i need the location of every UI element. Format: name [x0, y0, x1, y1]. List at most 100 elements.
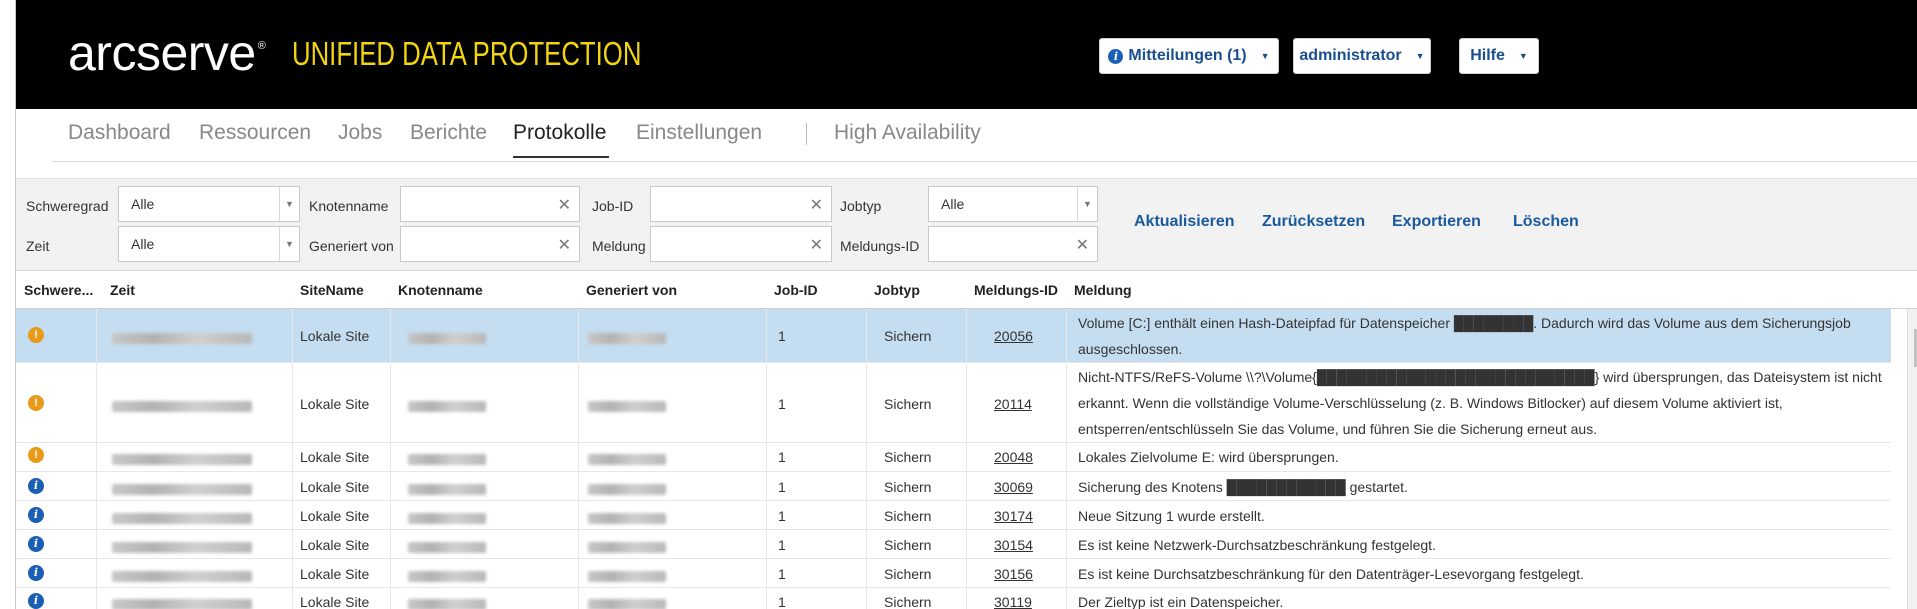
col-time[interactable]: Zeit [110, 282, 135, 298]
time-cell [112, 567, 252, 583]
node-cell [408, 595, 486, 609]
message-id-link[interactable]: 30119 [994, 594, 1032, 609]
message-cell: Sicherung des Knotens ████████████ gesta… [1078, 479, 1408, 495]
generated-by-cell [588, 567, 666, 583]
job-id-cell: 1 [778, 328, 786, 344]
message-cell: Der Zieltyp ist ein Datenspeicher. [1078, 594, 1284, 609]
table-row[interactable]: i Lokale Site 1 Sichern 30156 Es ist kei… [16, 559, 1891, 588]
time-cell [112, 538, 252, 554]
job-id-input[interactable]: ✕ [650, 186, 832, 222]
clear-icon[interactable]: ✕ [558, 235, 571, 255]
generated-by-cell [588, 329, 666, 345]
message-id-label: Meldungs-ID [840, 238, 920, 254]
warning-icon: ! [28, 395, 44, 411]
table-row[interactable]: ! Lokale Site 1 Sichern 20114 Nicht-NTFS… [16, 363, 1891, 443]
clear-icon[interactable]: ✕ [810, 195, 823, 215]
logo-registered-mark: ® [257, 40, 266, 52]
tab-high-availability[interactable]: High Availability [834, 121, 981, 145]
message-id-link[interactable]: 30069 [994, 479, 1033, 495]
job-type-cell: Sichern [884, 396, 932, 412]
message-input[interactable]: ✕ [650, 226, 832, 262]
user-menu-button[interactable]: administrator ▼ [1293, 38, 1431, 74]
table-row[interactable]: i Lokale Site 1 Sichern 30119 Der Zielty… [16, 588, 1891, 609]
time-label: Zeit [26, 238, 50, 254]
table-header: Schwere... Zeit SiteName Knotenname Gene… [16, 271, 1917, 309]
table-scrollbar[interactable]: ▲ [1907, 309, 1917, 609]
help-menu-button[interactable]: Hilfe ▼ [1459, 38, 1539, 74]
severity-label: Schweregrad [26, 198, 109, 214]
job-type-cell: Sichern [884, 508, 932, 524]
col-site-name[interactable]: SiteName [300, 282, 364, 298]
col-job-id[interactable]: Job-ID [774, 282, 818, 298]
col-generated-by[interactable]: Generiert von [586, 282, 677, 298]
col-message-id[interactable]: Meldungs-ID [974, 282, 1058, 298]
col-message[interactable]: Meldung [1074, 282, 1132, 298]
chevron-down-icon: ▼ [1260, 51, 1270, 61]
tab-dashboard[interactable]: Dashboard [68, 121, 171, 145]
site-cell: Lokale Site [300, 328, 370, 344]
clear-icon[interactable]: ✕ [558, 195, 571, 215]
tab-einstellungen[interactable]: Einstellungen [636, 121, 762, 145]
job-type-cell: Sichern [884, 566, 932, 582]
site-cell: Lokale Site [300, 479, 370, 495]
log-table: Schwere... Zeit SiteName Knotenname Gene… [16, 271, 1917, 609]
job-type-select[interactable]: Alle ▼ [928, 186, 1098, 222]
node-cell [408, 397, 486, 413]
time-cell [112, 480, 252, 496]
arcserve-logo: arcserve ® UNIFIED DATA PROTECTION [68, 24, 740, 82]
clear-icon[interactable]: ✕ [1076, 235, 1089, 255]
message-label: Meldung [592, 238, 646, 254]
clear-icon[interactable]: ✕ [810, 235, 823, 255]
col-severity[interactable]: Schwere... [24, 282, 93, 298]
col-job-type[interactable]: Jobtyp [874, 282, 920, 298]
chevron-down-icon: ▼ [279, 227, 299, 261]
reset-button[interactable]: Zurücksetzen [1262, 213, 1365, 231]
info-icon: i [28, 507, 44, 523]
time-select[interactable]: Alle ▼ [118, 226, 300, 262]
job-id-cell: 1 [778, 594, 786, 609]
message-cell: Lokales Zielvolume E: wird übersprungen. [1078, 449, 1339, 465]
tab-ressourcen[interactable]: Ressourcen [199, 121, 311, 145]
notifications-button[interactable]: i Mitteilungen (1) ▼ [1099, 38, 1279, 74]
severity-select[interactable]: Alle ▼ [118, 186, 300, 222]
table-row[interactable]: i Lokale Site 1 Sichern 30174 Neue Sitzu… [16, 501, 1891, 530]
tab-berichte[interactable]: Berichte [410, 121, 487, 145]
message-id-input[interactable]: ✕ [928, 226, 1098, 262]
generated-by-cell [588, 509, 666, 525]
job-id-cell: 1 [778, 396, 786, 412]
table-row[interactable]: i Lokale Site 1 Sichern 30069 Sicherung … [16, 472, 1891, 501]
node-name-label: Knotenname [309, 198, 389, 214]
generated-by-input[interactable]: ✕ [400, 226, 580, 262]
table-row[interactable]: i Lokale Site 1 Sichern 30154 Es ist kei… [16, 530, 1891, 559]
message-id-link[interactable]: 20114 [994, 396, 1032, 412]
message-id-link[interactable]: 30154 [994, 537, 1033, 553]
main-nav: Dashboard Ressourcen Jobs Berichte Proto… [16, 109, 1917, 161]
job-type-label: Jobtyp [840, 198, 882, 214]
message-cell: Es ist keine Netzwerk-Durchsatzbeschränk… [1078, 537, 1436, 553]
job-id-cell: 1 [778, 508, 786, 524]
info-icon: i [28, 593, 44, 609]
info-icon: i [28, 478, 44, 494]
message-id-link[interactable]: 20048 [994, 449, 1033, 465]
message-id-link[interactable]: 30156 [994, 566, 1033, 582]
node-name-input[interactable]: ✕ [400, 186, 580, 222]
table-row[interactable]: ! Lokale Site 1 Sichern 20048 Lokales Zi… [16, 443, 1891, 472]
generated-by-cell [588, 595, 666, 609]
job-type-cell: Sichern [884, 449, 932, 465]
message-id-link[interactable]: 20056 [994, 328, 1033, 344]
tab-jobs[interactable]: Jobs [338, 121, 382, 145]
export-button[interactable]: Exportieren [1392, 213, 1481, 231]
delete-button[interactable]: Löschen [1513, 213, 1579, 231]
tab-protokolle[interactable]: Protokolle [513, 121, 606, 145]
site-cell: Lokale Site [300, 537, 370, 553]
node-cell [408, 450, 486, 466]
refresh-button[interactable]: Aktualisieren [1134, 213, 1234, 231]
user-label: administrator [1299, 47, 1402, 64]
table-row[interactable]: ! Lokale Site 1 Sichern 20056 Volume [C:… [16, 309, 1891, 363]
site-cell: Lokale Site [300, 566, 370, 582]
site-cell: Lokale Site [300, 594, 370, 609]
message-id-link[interactable]: 30174 [994, 508, 1033, 524]
col-node-name[interactable]: Knotenname [398, 282, 483, 298]
window-frame [0, 0, 16, 609]
generated-by-cell [588, 480, 666, 496]
